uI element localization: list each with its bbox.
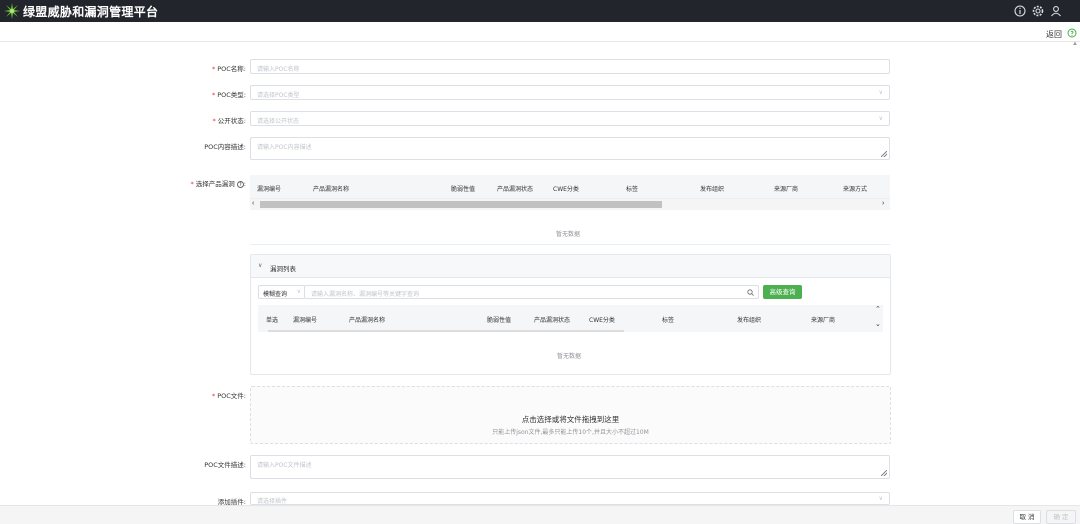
col-header: 漏洞编号 [293,317,318,324]
product-vuln-header: 漏洞编号 产品漏洞名称 脆弱性值 产品漏洞状态 CWE分类 标签 发布组织 来源… [250,175,890,199]
col-header: 来源厂商 [811,317,836,324]
poc-file-desc-label: POC文件描述: [204,461,246,469]
poc-type-placeholder: 请选择POC类型 [257,92,300,99]
poc-desc-label: POC内容描述: [204,143,246,151]
chevron-down-icon[interactable]: ∨ [258,262,262,269]
search-mode-value: 模糊查询 [263,291,288,298]
col-header: 脆弱性值 [487,317,512,324]
scroll-up-icon[interactable]: ▲ [1072,41,1078,47]
search-mode-select[interactable]: 模糊查询 ∨ [258,285,305,299]
sub-bar: 返回 [0,22,1080,42]
chevron-down-icon: ∨ [878,496,883,502]
chevron-down-icon: ∨ [878,90,883,96]
scrollbar-thumb[interactable] [260,201,662,208]
confirm-button[interactable]: 确 定 [1046,510,1076,524]
help-icon[interactable] [1067,28,1077,38]
app-title: 绿盟威胁和漏洞管理平台 [23,5,159,19]
top-bar: 绿盟威胁和漏洞管理平台 [0,0,1080,22]
vuln-list-empty: 暂无数据 [557,353,582,360]
product-vuln-empty: 暂无数据 [556,231,581,238]
poc-name-label: * POC名称: [211,65,246,73]
col-header: 脆弱性值 [451,186,476,193]
info-icon[interactable] [1013,4,1027,18]
poc-file-desc-placeholder: 请输入POC文件描述 [257,462,312,469]
col-header: 产品漏洞名称 [349,317,386,324]
col-header: 产品漏洞状态 [534,317,571,324]
vuln-search-placeholder: 请输入漏洞名称、漏洞编号等关键字查询 [311,291,420,298]
public-status-label: * 公开状态: [212,117,246,125]
upload-title: 点击选择或将文件拖拽到这里 [521,415,620,424]
scroll-up-icon[interactable]: ⌃ [875,305,881,313]
logo-icon [4,3,20,19]
advanced-search-button[interactable]: 高级查询 [763,285,802,299]
poc-file-dropzone[interactable]: 点击选择或将文件拖拽到这里 只能上传json文件,最多只能上传10个,并且大小不… [250,386,891,444]
poc-type-label: * POC类型: [211,91,246,99]
col-header: 来源厂商 [774,186,799,193]
horizontal-scrollbar[interactable]: ‹ › [250,199,890,210]
col-header: 标签 [662,317,675,324]
back-link[interactable]: 返回 [1046,29,1062,40]
question-icon[interactable]: ? [236,180,244,188]
product-vuln-label: * 选择产品漏洞 ?: [190,180,246,188]
chevron-down-icon: ∨ [878,116,883,122]
cancel-button[interactable]: 取 消 [1013,510,1041,524]
plugin-select[interactable]: 请选择插件 ∨ [250,492,890,505]
vuln-list-header[interactable]: ∨ 漏洞列表 [251,255,890,278]
plugin-placeholder: 请选择插件 [257,498,288,505]
resize-handle[interactable] [881,151,887,157]
col-header: 标签 [626,186,639,193]
resize-handle[interactable] [881,470,887,476]
poc-file-label: * POC文件: [211,392,246,400]
divider [250,244,890,245]
col-header: 单选 [266,317,279,324]
col-header: 发布组织 [737,317,762,324]
poc-desc-textarea[interactable]: 请输入POC内容描述 [250,137,890,160]
search-icon[interactable] [747,289,754,296]
vuln-list-panel: ∨ 漏洞列表 模糊查询 ∨ 请输入漏洞名称、漏洞编号等关键字查询 高级查询 单选… [250,254,891,375]
public-status-select[interactable]: 请选择公开状态 ∨ [250,111,890,126]
col-header: CWE分类 [553,186,579,193]
scroll-right-icon[interactable]: › [882,200,884,207]
poc-desc-placeholder: 请输入POC内容描述 [257,144,312,151]
poc-name-input[interactable]: 请输入POC名称 [250,59,890,74]
vuln-list-table-header: 单选 漏洞编号 产品漏洞名称 脆弱性值 产品漏洞状态 CWE分类 标签 发布组织… [258,305,883,332]
footer-bar: 取 消 确 定 [0,505,1080,524]
col-header: CWE分类 [589,317,615,324]
user-icon[interactable] [1049,4,1063,18]
col-header: 产品漏洞名称 [313,186,350,193]
poc-type-select[interactable]: 请选择POC类型 ∨ [250,85,890,100]
scroll-down-icon[interactable]: ⌄ [875,320,881,328]
vuln-list-title: 漏洞列表 [270,265,296,273]
scroll-left-icon[interactable]: ‹ [252,200,254,207]
gear-icon[interactable] [1031,4,1045,18]
col-header: 来源方式 [843,186,868,193]
table-scrollbar-thumb[interactable] [268,330,624,332]
col-header: 产品漏洞状态 [497,186,534,193]
vuln-search-input[interactable]: 请输入漏洞名称、漏洞编号等关键字查询 [304,285,759,299]
public-status-placeholder: 请选择公开状态 [257,118,300,125]
poc-file-desc-textarea[interactable]: 请输入POC文件描述 [250,455,890,479]
col-header: 发布组织 [700,186,725,193]
poc-name-placeholder: 请输入POC名称 [257,66,300,73]
col-header: 漏洞编号 [257,186,282,193]
chevron-down-icon: ∨ [296,289,301,295]
upload-hint: 只能上传json文件,最多只能上传10个,并且大小不超过10M [492,429,649,436]
